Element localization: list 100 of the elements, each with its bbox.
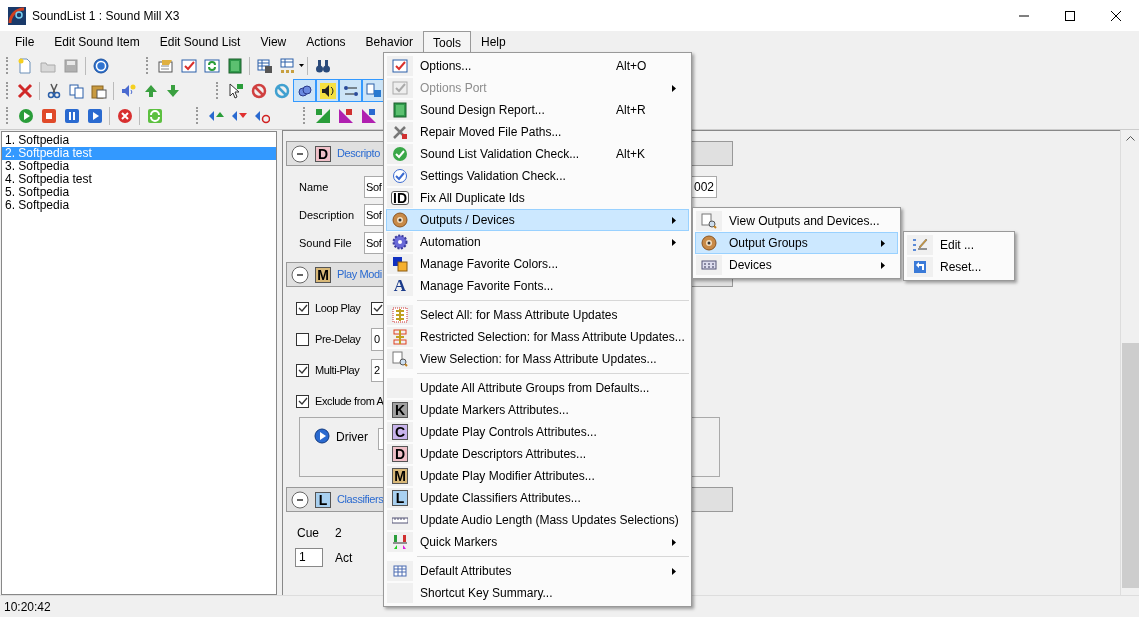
menu-item[interactable]: View Selection: for Mass Attribute Updates... <box>386 348 689 370</box>
menu-item[interactable]: View <box>250 31 297 53</box>
menu-item[interactable]: View Outputs and Devices... <box>695 210 898 232</box>
menu-item[interactable]: Outputs / Devices <box>386 209 689 231</box>
close-icon[interactable] <box>1111 10 1121 21</box>
menu-item[interactable]: Edit Sound Item <box>44 31 150 53</box>
table-icon[interactable] <box>279 57 296 74</box>
binoculars-icon[interactable] <box>314 57 331 74</box>
menu-item[interactable]: Quick Markers <box>386 531 689 553</box>
menu-item[interactable]: Update All Attribute Groups from Defaults... <box>386 377 689 399</box>
checkbox-icon[interactable] <box>180 57 197 74</box>
menu-item[interactable]: Output Groups <box>695 232 898 254</box>
menu-item[interactable]: M Update Play Modifier Attributes... <box>386 465 689 487</box>
play-icon <box>314 428 330 444</box>
section-title: Classifiers <box>337 492 384 508</box>
no-entry-icon[interactable] <box>273 82 290 99</box>
menu-item[interactable]: L Update Classifiers Attributes... <box>386 487 689 509</box>
speaker-icon[interactable] <box>319 82 336 99</box>
menu-item[interactable]: Update Audio Length (Mass Updates Selections) <box>386 509 689 531</box>
menu-item[interactable]: Restricted Selection: for Mass Attribute Updates... <box>386 326 689 348</box>
devices-icon <box>701 257 717 273</box>
no-entry-icon[interactable] <box>250 82 267 99</box>
menu-item[interactable]: Edit Sound List <box>149 31 251 53</box>
letter-icon: L <box>315 491 331 508</box>
triangle-icon[interactable] <box>314 107 331 124</box>
stop-icon[interactable] <box>40 107 57 124</box>
menu-item[interactable]: D Update Descriptors Attributes... <box>386 443 689 465</box>
menu-item[interactable]: C Update Play Controls Attributes... <box>386 421 689 443</box>
scrollbar[interactable] <box>1120 130 1139 595</box>
maximize-icon[interactable] <box>1065 10 1075 21</box>
menu-item[interactable]: Repair Moved File Paths... <box>386 121 689 143</box>
cue-value: 2 <box>335 525 342 542</box>
checkbox[interactable] <box>296 333 309 346</box>
section-title: Descripto <box>337 146 380 162</box>
menu-item[interactable]: Shortcut Key Summary... <box>386 582 689 604</box>
menu-item[interactable]: Devices <box>695 254 898 276</box>
arrow-down-icon[interactable] <box>164 82 181 99</box>
checkbox[interactable] <box>296 302 309 315</box>
scrollbar-thumb[interactable] <box>1121 343 1139 588</box>
menu-item[interactable]: Select All: for Mass Attribute Updates <box>386 304 689 326</box>
menu-item[interactable]: Sound List Validation Check... Alt+K <box>386 143 689 165</box>
menu-item[interactable]: K Update Markers Attributes... <box>386 399 689 421</box>
menu-item[interactable]: File <box>5 31 45 53</box>
scroll-up-icon[interactable] <box>1125 136 1135 141</box>
paste-icon[interactable] <box>90 82 107 99</box>
menu-item[interactable]: Reset... <box>906 256 1012 278</box>
menu-item[interactable]: A Manage Favorite Fonts... <box>386 275 689 297</box>
collapse-icon[interactable] <box>291 490 309 509</box>
cut-icon[interactable] <box>46 82 63 99</box>
frames-icon[interactable] <box>365 82 382 99</box>
letter-icon: L <box>392 490 408 506</box>
cursor-icon[interactable] <box>227 82 244 99</box>
triangle-icon[interactable] <box>360 107 377 124</box>
menu-item[interactable]: Behavior <box>355 31 423 53</box>
collapse-icon[interactable] <box>291 144 309 163</box>
disc-icon <box>392 212 408 228</box>
menu-item[interactable]: Actions <box>296 31 356 53</box>
table-icon[interactable] <box>256 57 273 74</box>
menu-item[interactable]: Sound Design Report... Alt+R <box>386 99 689 121</box>
checkbox[interactable] <box>296 364 309 377</box>
list-item[interactable]: 4. Softpedia test <box>2 173 276 186</box>
magnifier-icon <box>701 213 717 229</box>
report-icon[interactable] <box>157 57 174 74</box>
list-icon <box>392 329 408 345</box>
option-label: Loop Play <box>315 301 362 317</box>
menu-item[interactable]: Default Attributes <box>386 560 689 582</box>
menu-item[interactable]: Tools <box>423 31 471 53</box>
sound-list[interactable]: 1. Softpedia 2. Softpedia test 3. Softpedia 4. Softpedia test 5. Softpedia 6. Softpedia <box>1 131 277 595</box>
app-icon <box>8 6 26 25</box>
list-item[interactable]: 1. Softpedia <box>2 134 276 147</box>
letter-icon: D <box>315 145 331 162</box>
list-item[interactable]: 3. Softpedia <box>2 160 276 173</box>
list-item[interactable]: 6. Softpedia <box>2 199 276 212</box>
pause-icon[interactable] <box>63 107 80 124</box>
help-icon[interactable] <box>92 57 109 74</box>
book-icon <box>392 102 408 118</box>
dropdown-arrow-icon[interactable] <box>299 64 304 67</box>
menu-item[interactable]: Manage Favorite Colors... <box>386 253 689 275</box>
list-item[interactable]: 5. Softpedia <box>2 186 276 199</box>
delete-icon[interactable] <box>17 82 34 99</box>
menu-item[interactable]: Edit ... <box>906 234 1012 256</box>
book-icon[interactable] <box>226 57 243 74</box>
checkbox[interactable] <box>296 395 309 408</box>
menu-item[interactable]: Options... Alt+O <box>386 55 689 77</box>
cancel-icon[interactable] <box>116 107 133 124</box>
letter-icon: K <box>392 402 408 418</box>
copy-icon[interactable] <box>68 82 85 99</box>
menu-item[interactable]: Automation <box>386 231 689 253</box>
menu-item[interactable]: Help <box>471 31 516 53</box>
cue-label: Cue <box>297 525 320 542</box>
collapse-icon[interactable] <box>291 265 309 284</box>
act-field[interactable]: 1 <box>295 548 323 567</box>
play-icon[interactable] <box>86 107 103 124</box>
refresh-icon[interactable] <box>203 57 220 74</box>
letter-icon: C <box>392 424 408 440</box>
link-icon[interactable] <box>296 82 313 99</box>
driver-label: Driver <box>336 429 369 446</box>
triangle-icon[interactable] <box>337 107 354 124</box>
checkbox-icon <box>392 58 408 74</box>
play-icon[interactable] <box>17 107 34 124</box>
